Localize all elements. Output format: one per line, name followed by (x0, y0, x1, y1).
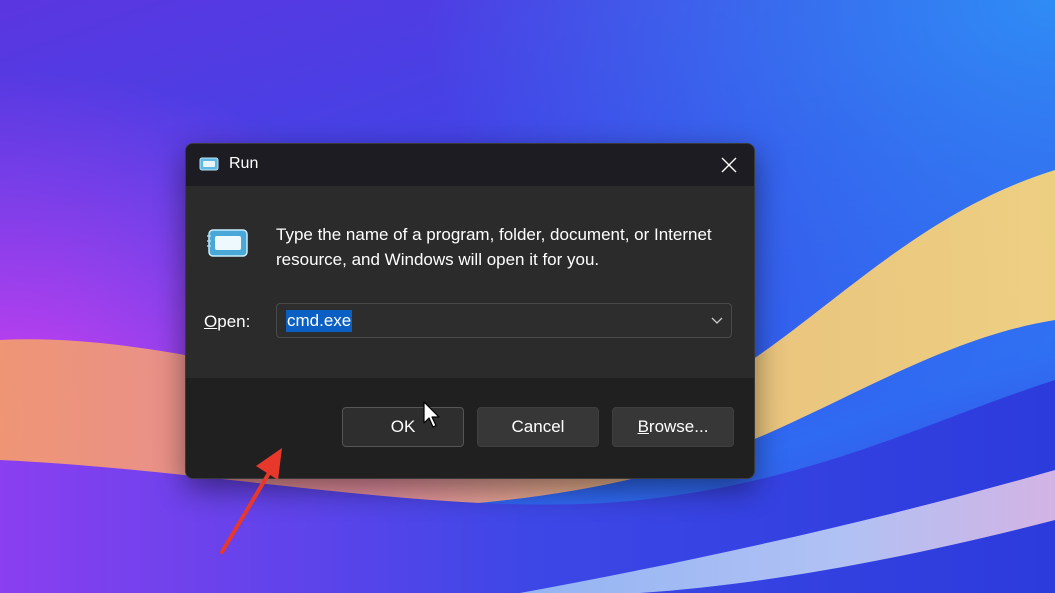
open-input-value[interactable]: cmd.exe (286, 310, 353, 332)
browse-button-label: Browse... (638, 417, 709, 437)
close-icon (721, 157, 737, 173)
open-combobox[interactable]: cmd.exe (276, 303, 732, 338)
run-app-icon (207, 229, 248, 257)
mouse-cursor-icon (423, 401, 440, 428)
desktop-wallpaper: Run Type the name of a program, folder, … (0, 0, 1055, 593)
ok-button[interactable]: OK (342, 407, 464, 447)
browse-mnemonic: B (637, 417, 649, 436)
run-app-icon (199, 157, 219, 171)
ok-button-label: OK (390, 417, 416, 436)
browse-label-rest: rowse... (648, 417, 709, 436)
cancel-button[interactable]: Cancel (477, 407, 599, 447)
browse-button[interactable]: Browse... (612, 407, 734, 447)
open-label: Open: (204, 312, 250, 332)
chevron-down-icon[interactable] (711, 315, 723, 325)
title-bar[interactable]: Run (186, 144, 754, 186)
dialog-title: Run (229, 155, 259, 172)
dialog-description: Type the name of a program, folder, docu… (276, 225, 712, 269)
close-button[interactable] (712, 148, 746, 182)
run-dialog: Run Type the name of a program, folder, … (185, 143, 755, 479)
cancel-button-label: Cancel (511, 417, 565, 436)
open-label-rest: pen: (217, 312, 251, 331)
dialog-body: Type the name of a program, folder, docu… (186, 186, 754, 378)
open-label-mnemonic: O (204, 312, 218, 331)
red-arrow-annotation (220, 448, 282, 554)
